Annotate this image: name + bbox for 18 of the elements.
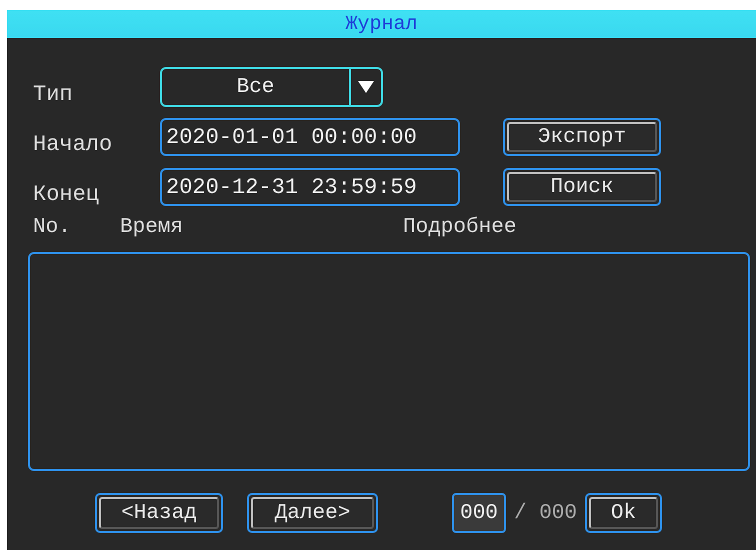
column-header: No. (33, 216, 72, 238)
null[interactable]: Экспорт (503, 118, 661, 156)
page-number-field[interactable]: 000 (452, 493, 506, 533)
window-title: Журнал (345, 12, 418, 36)
date-time-field[interactable]: 2020-12-31 23:59:59 (160, 168, 460, 206)
date-time-field[interactable]: 2020-01-01 00:00:00 (160, 118, 460, 156)
null[interactable]: Далее> (247, 493, 378, 533)
dropdown-arrow-icon (357, 80, 375, 94)
column-header: Время (120, 216, 184, 238)
field-label: Начало (33, 130, 114, 156)
field-label: Конец (33, 180, 100, 206)
type-dropdown[interactable]: Все (160, 67, 383, 107)
null[interactable]: Поиск (503, 168, 661, 206)
null[interactable]: <Назад (95, 493, 223, 533)
field-label: Тип (33, 80, 74, 106)
page-total: / 000 (514, 502, 578, 524)
column-header: Подробнее (403, 216, 516, 238)
null[interactable]: Ok (585, 493, 662, 533)
